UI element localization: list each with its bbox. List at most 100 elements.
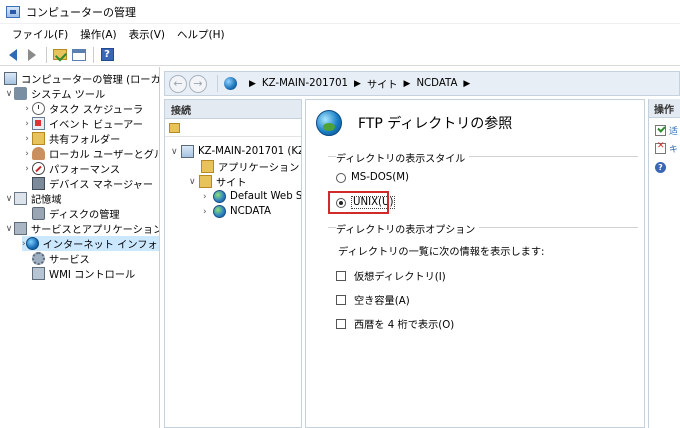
actions-header: 操作 xyxy=(649,99,680,118)
tree-item-services[interactable]: サービス xyxy=(32,251,90,266)
expand-chevron-icon[interactable]: › xyxy=(22,134,32,144)
expand-chevron-icon[interactable]: › xyxy=(22,149,32,159)
cancel-label[interactable]: キ xyxy=(669,142,678,155)
breadcrumb-sites[interactable]: サイト xyxy=(367,76,398,91)
tree-item-label: 記憶域 xyxy=(31,195,62,206)
expand-chevron-icon[interactable]: › xyxy=(22,119,32,129)
forward-button[interactable] xyxy=(23,46,41,64)
connection-label: KZ-MAIN-201701 (KZ- xyxy=(198,146,302,157)
connection-label: Default Web Sit xyxy=(230,191,302,202)
app-pool-icon xyxy=(201,160,214,173)
help-button[interactable]: ? xyxy=(98,46,116,64)
radio-button[interactable] xyxy=(336,172,346,183)
breadcrumb: ▶ KZ-MAIN-201701 ▶ サイト ▶ NCDATA ▶ xyxy=(224,76,476,91)
checkbox-virtual-dirs[interactable]: 仮想ディレクトリ(I) xyxy=(336,268,446,283)
iis-forward-button[interactable]: → xyxy=(189,74,207,93)
show-hide-tree-button[interactable] xyxy=(70,46,88,64)
description-text: ディレクトリの一覧に次の情報を表示します: xyxy=(338,247,545,258)
breadcrumb-arrow-icon[interactable]: ▶ xyxy=(354,79,361,89)
tree-item-label: ディスクの管理 xyxy=(49,210,120,221)
unix-highlight-box xyxy=(328,191,389,214)
checkbox-free-space[interactable]: 空き容量(A) xyxy=(336,292,410,307)
checkbox-label: 仮想ディレクトリ(I) xyxy=(354,272,446,283)
expand-chevron-icon[interactable]: › xyxy=(22,164,32,174)
tree-item-event-viewer[interactable]: › イベント ビューアー xyxy=(22,116,143,131)
cancel-icon[interactable] xyxy=(655,141,666,154)
breadcrumb-site[interactable]: NCDATA xyxy=(416,78,457,89)
tree-item-task-scheduler[interactable]: › タスク スケジューラ xyxy=(22,101,143,116)
checkbox[interactable] xyxy=(336,294,346,305)
disk-icon xyxy=(32,207,45,220)
expand-chevron-icon[interactable]: › xyxy=(203,192,213,202)
tree-item-iis[interactable]: › インターネット インフォメーシ xyxy=(22,236,159,251)
checkbox-four-digit-year[interactable]: 西暦を 4 桁で表示(O) xyxy=(336,316,454,331)
tree-item-local-users[interactable]: › ローカル ユーザーとグループ xyxy=(22,146,159,161)
collapse-chevron-icon[interactable]: ∨ xyxy=(4,224,14,234)
breadcrumb-server[interactable]: KZ-MAIN-201701 xyxy=(262,78,348,89)
menu-bar: ファイル(F) 操作(A) 表示(V) ヘルプ(H) xyxy=(0,24,680,44)
tree-item-system-tools[interactable]: ∨ システム ツール xyxy=(4,86,105,101)
up-folder-button[interactable] xyxy=(51,46,69,64)
server-icon xyxy=(181,145,194,158)
back-button[interactable] xyxy=(4,46,22,64)
connect-folder-icon[interactable] xyxy=(169,122,180,133)
collapse-chevron-icon[interactable]: ∨ xyxy=(4,194,14,204)
expand-chevron-icon[interactable]: › xyxy=(203,207,213,217)
actions-pane: 操作 适 キ ? xyxy=(648,99,680,428)
group-label: ディレクトリの表示スタイル xyxy=(336,150,470,165)
page-title: FTP ディレクトリの参照 xyxy=(316,110,512,136)
services-icon xyxy=(32,252,45,265)
connection-sites[interactable]: ∨ サイト xyxy=(189,174,247,189)
connection-app-pools[interactable]: アプリケーション プール xyxy=(201,159,301,174)
connection-label: アプリケーション プール xyxy=(218,163,301,174)
checkbox-label: 西暦を 4 桁で表示(O) xyxy=(354,320,455,331)
apply-icon[interactable] xyxy=(655,125,666,136)
folder-up-icon xyxy=(53,49,67,60)
tree-item-disk-management[interactable]: ディスクの管理 xyxy=(32,206,120,221)
collapse-chevron-icon[interactable]: ∨ xyxy=(171,147,181,157)
breadcrumb-arrow-icon[interactable]: ▶ xyxy=(463,79,470,89)
site-globe-icon xyxy=(213,190,226,203)
services-apps-icon xyxy=(14,222,27,235)
iis-icon xyxy=(25,237,39,250)
menu-help[interactable]: ヘルプ(H) xyxy=(171,27,231,42)
help-icon[interactable]: ? xyxy=(655,162,666,173)
tree-item-performance[interactable]: › パフォーマンス xyxy=(22,161,120,176)
breadcrumb-arrow-icon[interactable]: ▶ xyxy=(249,79,256,89)
tree-item-storage[interactable]: ∨ 記憶域 xyxy=(4,191,62,206)
apply-label[interactable]: 适 xyxy=(669,124,678,137)
collapse-chevron-icon[interactable]: ∨ xyxy=(189,177,199,187)
checkbox[interactable] xyxy=(336,318,346,329)
connection-default-site[interactable]: › Default Web Sit xyxy=(203,189,302,204)
menu-action[interactable]: 操作(A) xyxy=(74,27,122,42)
tree-item-shared-folders[interactable]: › 共有フォルダー xyxy=(22,131,120,146)
iis-back-button[interactable]: ← xyxy=(169,74,187,93)
expand-chevron-icon[interactable]: › xyxy=(22,104,32,114)
connection-server[interactable]: ∨ KZ-MAIN-201701 (KZ- xyxy=(171,144,302,159)
checkbox[interactable] xyxy=(336,270,346,281)
site-globe-icon xyxy=(213,205,226,218)
menu-file[interactable]: ファイル(F) xyxy=(6,27,74,42)
collapse-chevron-icon[interactable]: ∨ xyxy=(4,89,14,99)
menu-view[interactable]: 表示(V) xyxy=(123,27,171,42)
breadcrumb-arrow-icon[interactable]: ▶ xyxy=(404,79,411,89)
event-viewer-icon xyxy=(32,117,45,130)
radio-ms-dos[interactable]: MS-DOS(M) xyxy=(336,172,409,183)
tree-item-computer-management[interactable]: コンピューターの管理 (ローカル) xyxy=(4,71,160,86)
tree-item-label: コンピューターの管理 (ローカル) xyxy=(21,75,160,86)
options-description: ディレクトリの一覧に次の情報を表示します: xyxy=(338,243,544,258)
connections-toolbar xyxy=(165,119,301,137)
nav-separator xyxy=(217,75,218,92)
tree-item-label: WMI コントロール xyxy=(49,270,136,281)
tools-icon xyxy=(14,87,27,100)
connection-ncdata[interactable]: › NCDATA xyxy=(203,204,271,219)
tree-item-wmi[interactable]: WMI コントロール xyxy=(32,266,135,281)
storage-icon xyxy=(14,192,27,205)
globe-icon xyxy=(224,77,237,90)
tree-item-device-manager[interactable]: デバイス マネージャー xyxy=(32,176,153,191)
tree-item-label: デバイス マネージャー xyxy=(49,180,154,191)
tree-item-label: サービス xyxy=(49,255,90,266)
toolbar: ? xyxy=(0,44,680,66)
tree-item-services-apps[interactable]: ∨ サービスとアプリケーション xyxy=(4,221,159,236)
wmi-icon xyxy=(32,267,45,280)
